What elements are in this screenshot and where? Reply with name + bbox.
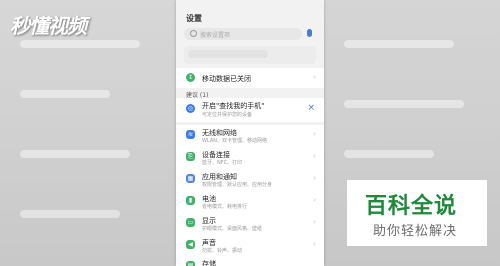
- settings-item-apps[interactable]: ▦ 应用和通知 权限管理、默认应用、应用分身 ›: [176, 169, 324, 189]
- speaker-icon: ◀: [186, 240, 195, 249]
- search-placeholder: 搜索设置项: [200, 32, 231, 39]
- blurred-row: [344, 40, 454, 48]
- account-card[interactable]: [184, 46, 316, 64]
- storage-icon: ▤: [186, 261, 195, 266]
- settings-item-network[interactable]: ≋ 无线和网络 WLAN、双卡管理、移动网络 ›: [176, 125, 324, 145]
- microphone-icon[interactable]: [307, 29, 312, 37]
- blurred-row: [20, 90, 110, 98]
- search-input[interactable]: 搜索设置项: [184, 28, 302, 40]
- suggestion-subtitle: 可定位并保护您的设备: [202, 112, 253, 118]
- settings-item-device-connect[interactable]: ⎘ 设备连接 蓝牙、NFC、打印 ›: [176, 147, 324, 167]
- settings-item-sub: 省电模式、耗电排行: [202, 204, 248, 210]
- device-connect-icon: ⎘: [186, 152, 195, 161]
- blurred-row: [344, 150, 434, 158]
- chevron-right-icon: ›: [313, 240, 316, 248]
- settings-item-sub: 勿扰、铃声、振动: [202, 248, 243, 254]
- blurred-row: [20, 210, 120, 218]
- settings-item-sub: 护眼模式、桌面风格、壁纸: [202, 226, 263, 232]
- settings-item-sub: WLAN、双卡管理、移动网络: [202, 138, 268, 144]
- chevron-right-icon: ›: [313, 196, 316, 204]
- chevron-right-icon: ›: [313, 152, 316, 160]
- chevron-right-icon: ›: [313, 73, 316, 81]
- chevron-right-icon: ›: [313, 218, 316, 226]
- mobile-data-icon: ↕: [186, 73, 195, 82]
- close-icon[interactable]: ×: [307, 104, 315, 113]
- settings-item-storage[interactable]: ▤ 存储: [176, 257, 324, 266]
- brand-subtitle: 助你轻松解决: [373, 224, 458, 239]
- settings-item-sub: 蓝牙、NFC、打印: [202, 160, 243, 166]
- apps-icon: ▦: [186, 174, 195, 183]
- account-placeholder: [188, 50, 268, 58]
- find-phone-icon: ◎: [186, 104, 195, 113]
- watermark-logo: 秒懂视频: [10, 14, 87, 38]
- chevron-right-icon: ›: [313, 130, 316, 138]
- display-icon: ▭: [186, 218, 195, 227]
- settings-item-battery[interactable]: ▮ 电池 省电模式、耗电排行 ›: [176, 191, 324, 211]
- mobile-data-card[interactable]: ↕ 移动数据已关闭 ›: [176, 68, 324, 88]
- blurred-row: [344, 100, 464, 108]
- settings-screen: 设置 搜索设置项 ↕ 移动数据已关闭 › 建议 (1) ◎ 开启"查找我的手机"…: [176, 0, 324, 266]
- blurred-row: [20, 40, 140, 48]
- suggestion-title: 开启"查找我的手机": [202, 102, 265, 110]
- brand-title: 百科全说: [365, 194, 458, 219]
- wifi-icon: ≋: [186, 130, 195, 139]
- settings-item-display[interactable]: ▭ 显示 护眼模式、桌面风格、壁纸 ›: [176, 213, 324, 233]
- blurred-row: [20, 150, 130, 158]
- settings-list: ≋ 无线和网络 WLAN、双卡管理、移动网络 › ⎘ 设备连接 蓝牙、NFC、打…: [176, 125, 324, 266]
- settings-item-label: 存储: [202, 260, 216, 266]
- battery-icon: ▮: [186, 196, 195, 205]
- settings-item-sub: 权限管理、默认应用、应用分身: [202, 182, 273, 188]
- suggestion-card[interactable]: ◎ 开启"查找我的手机" 可定位并保护您的设备 ×: [176, 98, 324, 122]
- blurred-background-left: [0, 0, 176, 266]
- page-title: 设置: [186, 14, 202, 23]
- mobile-data-label: 移动数据已关闭: [202, 75, 251, 83]
- chevron-right-icon: ›: [313, 174, 316, 182]
- settings-item-sound[interactable]: ◀ 声音 勿扰、铃声、振动 ›: [176, 235, 324, 255]
- search-icon: [190, 30, 197, 37]
- brand-logo: 百科全说 助你轻松解决: [347, 180, 487, 246]
